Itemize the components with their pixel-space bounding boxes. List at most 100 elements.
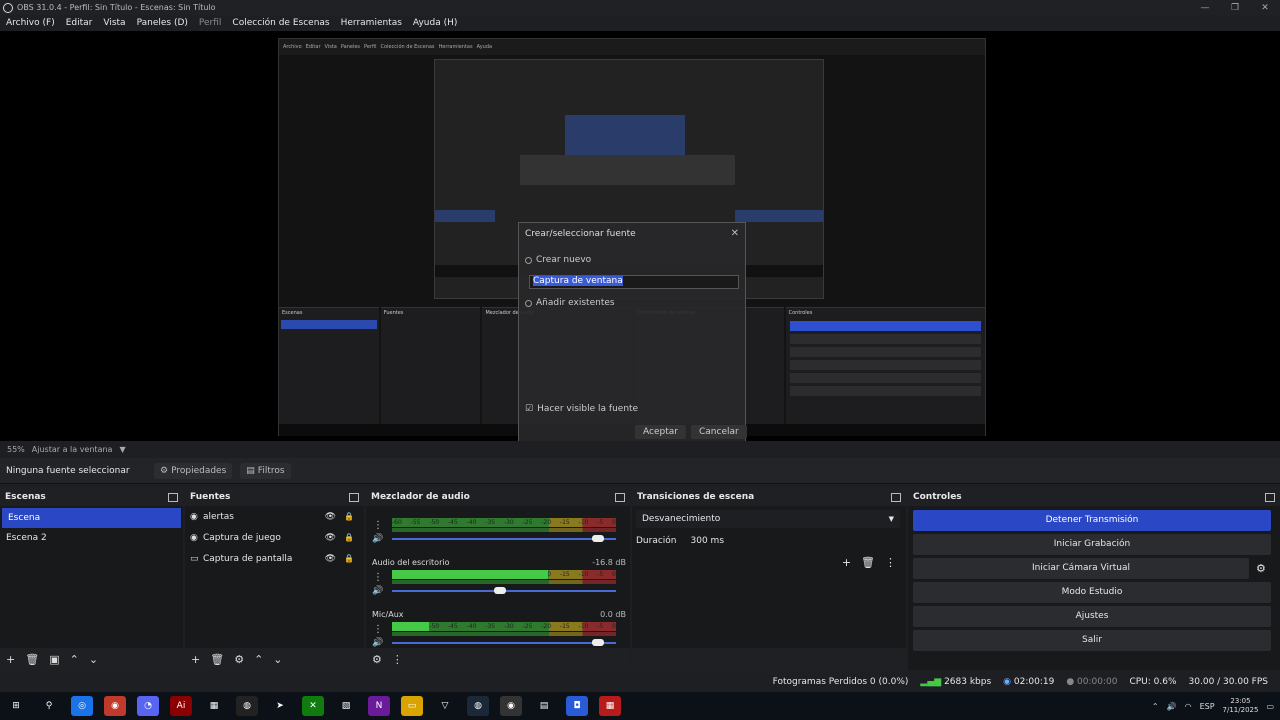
arrow-down-icon[interactable]: ⌄: [89, 653, 98, 666]
more-options-icon[interactable]: ⋮: [392, 653, 403, 666]
source-item[interactable]: ▭ Captura de pantalla 👁 🔒: [185, 548, 364, 569]
menu-herramientas[interactable]: Herramientas: [341, 18, 402, 28]
obs-icon[interactable]: ◉: [500, 696, 522, 716]
menu-perfil[interactable]: Perfil: [199, 18, 222, 28]
speaker-icon[interactable]: 🔊: [372, 638, 383, 648]
lock-icon[interactable]: 🔒: [344, 533, 354, 542]
volume-slider-handle[interactable]: [592, 639, 604, 646]
arrow-down-icon[interactable]: ⌄: [273, 653, 282, 666]
scene-item[interactable]: Escena: [2, 508, 181, 528]
volume-slider-handle[interactable]: [592, 535, 604, 542]
volume-slider[interactable]: [392, 642, 616, 644]
speaker-icon[interactable]: 🔊: [372, 534, 383, 544]
clock[interactable]: 23:05 7/11/2025: [1223, 697, 1259, 715]
chrome-icon[interactable]: ◎: [71, 696, 93, 716]
discord-icon[interactable]: ◔: [137, 696, 159, 716]
arrow-app-icon[interactable]: ➤: [269, 696, 291, 716]
arrow-up-icon[interactable]: ⌃: [70, 653, 79, 666]
stop-streaming-button[interactable]: Detener Transmisión: [913, 510, 1271, 531]
properties-button[interactable]: ⚙ Propiedades: [154, 462, 233, 479]
menu-coleccion-escenas[interactable]: Colección de Escenas: [232, 18, 329, 28]
more-options-icon[interactable]: ⋮: [373, 572, 383, 583]
meter-ticks: -60-55-50-45-40-35-30-25-20-15-10-50: [392, 519, 616, 526]
minimize-button[interactable]: —: [1190, 0, 1220, 15]
add-icon[interactable]: +: [842, 556, 851, 569]
tick-label: -5: [597, 623, 604, 630]
close-button[interactable]: ✕: [1250, 0, 1280, 15]
eye-icon[interactable]: 👁: [325, 533, 336, 543]
float-dock-icon[interactable]: [615, 492, 625, 502]
windows-start-icon[interactable]: ⊞: [5, 696, 27, 716]
float-dock-icon[interactable]: [891, 492, 901, 502]
trash-icon[interactable]: 🗑: [861, 556, 875, 569]
tick-label: -30: [503, 623, 514, 630]
scene-item[interactable]: Escena 2: [0, 528, 183, 548]
app-icon[interactable]: ▦: [203, 696, 225, 716]
start-virtual-camera-button[interactable]: Iniciar Cámara Virtual: [913, 558, 1249, 579]
app-icon[interactable]: ▦: [599, 696, 621, 716]
lock-icon[interactable]: 🔒: [344, 512, 354, 521]
chevron-up-icon[interactable]: ⌃: [1152, 702, 1159, 711]
zoom-level: 55%: [7, 445, 25, 454]
language-indicator[interactable]: ESP: [1200, 702, 1215, 711]
xbox-icon[interactable]: ✕: [302, 696, 324, 716]
volume-slider[interactable]: [392, 538, 616, 540]
maximize-button[interactable]: ❐: [1220, 0, 1250, 15]
add-icon[interactable]: +: [191, 653, 200, 666]
float-dock-icon[interactable]: [349, 492, 359, 502]
trash-icon[interactable]: 🗑: [210, 653, 224, 666]
app-icon[interactable]: N: [368, 696, 390, 716]
eye-icon[interactable]: 👁: [325, 512, 336, 522]
float-dock-icon[interactable]: [1265, 492, 1275, 502]
speaker-icon[interactable]: 🔊: [372, 586, 383, 596]
app-icon[interactable]: ◘: [566, 696, 588, 716]
menu-paneles[interactable]: Paneles (D): [137, 18, 188, 28]
menu-ayuda[interactable]: Ayuda (H): [413, 18, 457, 28]
start-recording-button[interactable]: Iniciar Grabación: [913, 534, 1271, 555]
chevron-down-icon[interactable]: ▼: [119, 445, 125, 454]
lock-icon[interactable]: 🔒: [344, 554, 354, 563]
tick-label: -5: [597, 571, 604, 578]
duration-input[interactable]: 300 ms: [686, 534, 729, 548]
transition-select[interactable]: Desvanecimiento ▼: [636, 510, 900, 528]
menu-archivo[interactable]: Archivo (F): [6, 18, 55, 28]
wifi-icon[interactable]: ◠: [1185, 702, 1192, 711]
more-options-icon[interactable]: ⋮: [373, 520, 383, 531]
gear-icon[interactable]: ⚙: [372, 653, 382, 666]
menu-editar[interactable]: Editar: [66, 18, 93, 28]
source-item[interactable]: ◉ alertas 👁 🔒: [185, 506, 364, 527]
float-dock-icon[interactable]: [168, 492, 178, 502]
transition-tools: + 🗑 ⋮: [842, 556, 896, 569]
app-icon[interactable]: ▧: [335, 696, 357, 716]
eye-icon[interactable]: 👁: [325, 554, 336, 564]
mixer-title: Mezclador de audio: [371, 492, 470, 502]
adobe-icon[interactable]: Ai: [170, 696, 192, 716]
source-item[interactable]: ◉ Captura de juego 👁 🔒: [185, 527, 364, 548]
steam-icon[interactable]: ◍: [236, 696, 258, 716]
trash-icon[interactable]: 🗑: [25, 653, 39, 666]
arrow-up-icon[interactable]: ⌃: [254, 653, 263, 666]
folder-icon[interactable]: ▭: [401, 696, 423, 716]
notification-icon[interactable]: ▭: [1266, 702, 1274, 711]
more-options-icon[interactable]: ⋮: [373, 624, 383, 635]
app-icon[interactable]: ▽: [434, 696, 456, 716]
studio-mode-button[interactable]: Modo Estudio: [913, 582, 1271, 603]
gear-icon[interactable]: ⚙: [234, 653, 244, 666]
search-icon[interactable]: ⚲: [38, 696, 60, 716]
speaker-icon[interactable]: 🔊: [1167, 702, 1177, 711]
steam-icon[interactable]: ◍: [467, 696, 489, 716]
filters-button[interactable]: ▤ Filtros: [240, 462, 291, 479]
gear-icon[interactable]: ⚙: [1256, 562, 1266, 575]
exit-button[interactable]: Salir: [913, 630, 1271, 651]
zoom-mode[interactable]: Ajustar a la ventana: [32, 445, 113, 454]
more-options-icon[interactable]: ⋮: [885, 556, 896, 569]
dropped-frames: Fotogramas Perdidos 0 (0.0%): [772, 677, 909, 687]
red-app-icon[interactable]: ◉: [104, 696, 126, 716]
filter-icon[interactable]: ▣: [49, 653, 59, 666]
app-icon[interactable]: ▤: [533, 696, 555, 716]
add-icon[interactable]: +: [6, 653, 15, 666]
menu-vista[interactable]: Vista: [103, 18, 125, 28]
volume-slider-handle[interactable]: [494, 587, 506, 594]
settings-button[interactable]: Ajustes: [913, 606, 1271, 627]
tick-label: -40: [466, 519, 477, 526]
